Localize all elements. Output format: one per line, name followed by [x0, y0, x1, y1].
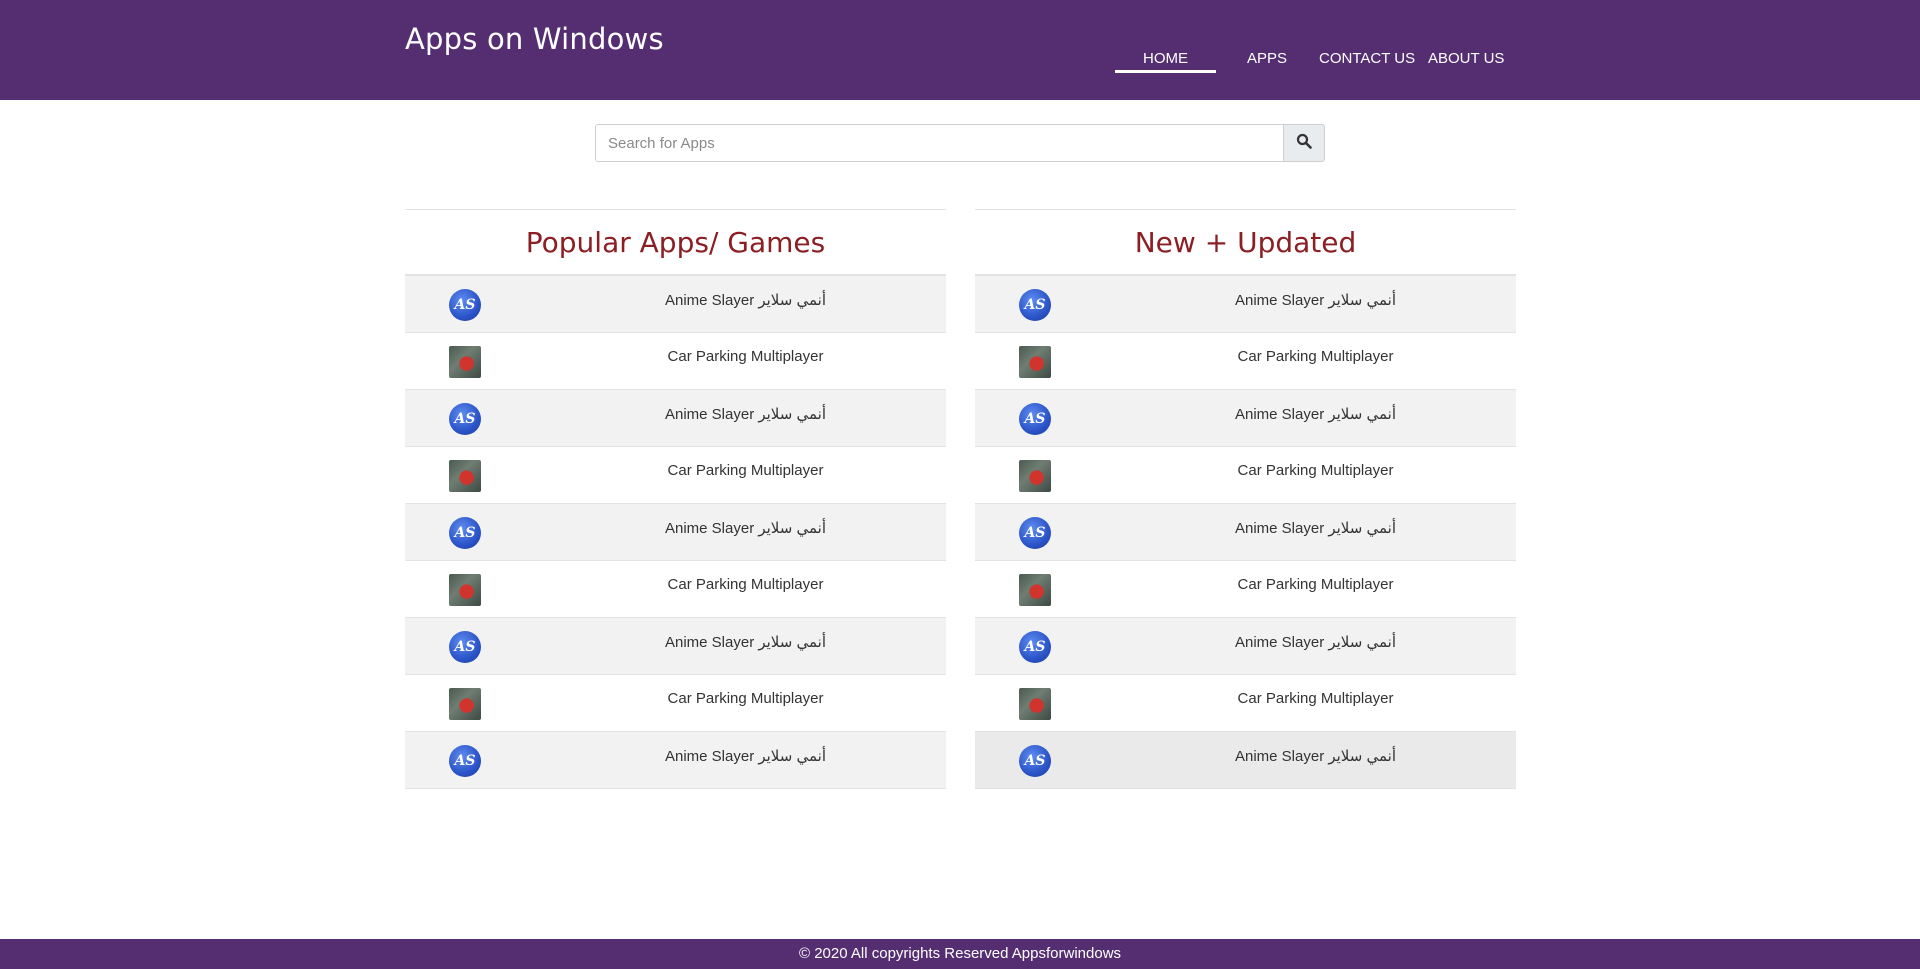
app-name[interactable]: Car Parking Multiplayer	[545, 690, 946, 707]
anime-slayer-app-icon: AS	[1019, 631, 1051, 663]
app-name[interactable]: Car Parking Multiplayer	[545, 348, 946, 365]
app-name[interactable]: Anime Slayer أنمي سلاير	[1115, 747, 1516, 765]
app-list-item[interactable]: AS Anime Slayer أنمي سلاير	[975, 504, 1516, 561]
new-updated-title: New + Updated	[975, 210, 1516, 276]
app-list-item[interactable]: AS Anime Slayer أنمي سلاير	[405, 276, 946, 333]
app-name[interactable]: Anime Slayer أنمي سلاير	[545, 291, 946, 309]
site-header: Apps on Windows HOME APPS CONTACT US ABO…	[0, 0, 1920, 100]
app-name[interactable]: Car Parking Multiplayer	[1115, 690, 1516, 707]
nav-about-us[interactable]: ABOUT US	[1428, 50, 1504, 67]
app-list-item[interactable]: Car Parking Multiplayer	[975, 675, 1516, 732]
anime-slayer-app-icon: AS	[1019, 745, 1051, 777]
nav-contact-us[interactable]: CONTACT US	[1319, 50, 1415, 67]
anime-slayer-app-icon: AS	[1019, 289, 1051, 321]
app-name[interactable]: Anime Slayer أنمي سلاير	[545, 519, 946, 537]
app-list-item[interactable]: AS Anime Slayer أنمي سلاير	[405, 732, 946, 789]
anime-slayer-app-icon: AS	[1019, 403, 1051, 435]
app-list-item[interactable]: AS Anime Slayer أنمي سلاير	[405, 504, 946, 561]
popular-apps-panel: Popular Apps/ Games AS Anime Slayer أنمي …	[405, 209, 946, 789]
new-updated-panel: New + Updated AS Anime Slayer أنمي سلاير C…	[975, 209, 1516, 789]
app-list-item[interactable]: Car Parking Multiplayer	[405, 333, 946, 390]
nav-apps[interactable]: APPS	[1247, 50, 1287, 67]
site-footer: © 2020 All copyrights Reserved Appsforwi…	[0, 939, 1920, 969]
app-list-item[interactable]: AS Anime Slayer أنمي سلاير	[975, 732, 1516, 789]
app-name[interactable]: Anime Slayer أنمي سلاير	[545, 405, 946, 423]
app-list-item[interactable]: AS Anime Slayer أنمي سلاير	[975, 276, 1516, 333]
car-parking-app-icon	[1019, 574, 1051, 606]
app-name[interactable]: Anime Slayer أنمي سلاير	[545, 633, 946, 651]
app-name[interactable]: Car Parking Multiplayer	[1115, 348, 1516, 365]
app-list-item[interactable]: AS Anime Slayer أنمي سلاير	[975, 618, 1516, 675]
app-list-item[interactable]: Car Parking Multiplayer	[405, 447, 946, 504]
anime-slayer-app-icon: AS	[449, 631, 481, 663]
site-brand[interactable]: Apps on Windows	[405, 22, 664, 56]
app-list-item[interactable]: AS Anime Slayer أنمي سلاير	[405, 390, 946, 447]
app-name[interactable]: Car Parking Multiplayer	[545, 576, 946, 593]
search-button[interactable]	[1283, 124, 1325, 162]
app-name[interactable]: Anime Slayer أنمي سلاير	[1115, 291, 1516, 309]
search-bar	[595, 124, 1325, 162]
app-list-item[interactable]: Car Parking Multiplayer	[405, 675, 946, 732]
nav-home[interactable]: HOME	[1115, 50, 1216, 73]
app-name[interactable]: Car Parking Multiplayer	[1115, 462, 1516, 479]
car-parking-app-icon	[449, 460, 481, 492]
anime-slayer-app-icon: AS	[449, 745, 481, 777]
app-name[interactable]: Anime Slayer أنمي سلاير	[545, 747, 946, 765]
car-parking-app-icon	[449, 688, 481, 720]
car-parking-app-icon	[1019, 346, 1051, 378]
app-name[interactable]: Anime Slayer أنمي سلاير	[1115, 633, 1516, 651]
car-parking-app-icon	[449, 346, 481, 378]
anime-slayer-app-icon: AS	[449, 289, 481, 321]
new-updated-list: AS Anime Slayer أنمي سلاير Car Parking Mul…	[975, 276, 1516, 789]
app-list-item[interactable]: AS Anime Slayer أنمي سلاير	[405, 618, 946, 675]
popular-apps-list: AS Anime Slayer أنمي سلاير Car Parking Mul…	[405, 276, 946, 789]
search-input[interactable]	[595, 124, 1283, 162]
search-icon	[1296, 133, 1312, 154]
app-list-item[interactable]: Car Parking Multiplayer	[975, 447, 1516, 504]
app-name[interactable]: Car Parking Multiplayer	[1115, 576, 1516, 593]
footer-copyright: © 2020 All copyrights Reserved Appsforwi…	[798, 945, 1122, 962]
app-list-item[interactable]: Car Parking Multiplayer	[975, 333, 1516, 390]
app-name[interactable]: Anime Slayer أنمي سلاير	[1115, 519, 1516, 537]
app-name[interactable]: Anime Slayer أنمي سلاير	[1115, 405, 1516, 423]
popular-apps-title: Popular Apps/ Games	[405, 210, 946, 276]
app-list-item[interactable]: Car Parking Multiplayer	[405, 561, 946, 618]
app-list-item[interactable]: AS Anime Slayer أنمي سلاير	[975, 390, 1516, 447]
app-name[interactable]: Car Parking Multiplayer	[545, 462, 946, 479]
car-parking-app-icon	[1019, 688, 1051, 720]
anime-slayer-app-icon: AS	[1019, 517, 1051, 549]
anime-slayer-app-icon: AS	[449, 517, 481, 549]
car-parking-app-icon	[1019, 460, 1051, 492]
app-list-item[interactable]: Car Parking Multiplayer	[975, 561, 1516, 618]
car-parking-app-icon	[449, 574, 481, 606]
anime-slayer-app-icon: AS	[449, 403, 481, 435]
